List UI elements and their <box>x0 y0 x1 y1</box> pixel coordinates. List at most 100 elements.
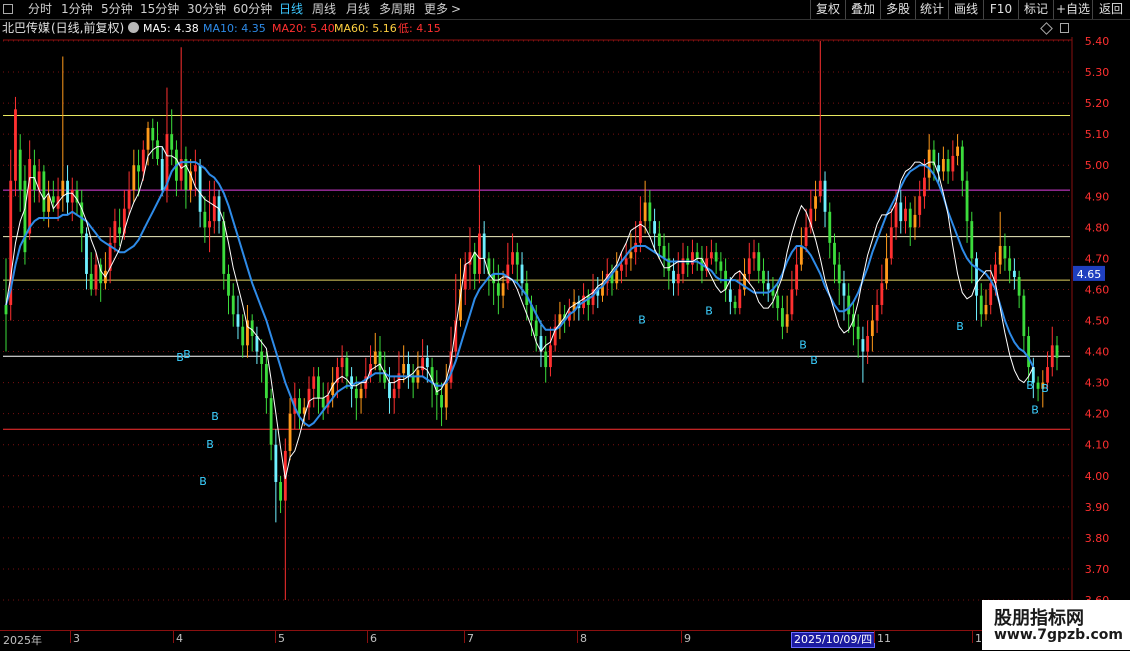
select-checkbox[interactable] <box>3 4 13 14</box>
fuquan-button[interactable]: 复权 <box>810 0 845 19</box>
tab-multi-period[interactable]: 多周期 <box>379 1 415 18</box>
candle-body <box>643 202 647 222</box>
y-tick-label: 5.30 <box>1085 66 1110 79</box>
candle-body <box>1036 382 1040 389</box>
x-label-mar: 3 <box>73 632 80 645</box>
draw-line-button[interactable]: 画线 <box>948 0 983 19</box>
buy-signal: B <box>638 314 646 327</box>
candle-body <box>406 363 410 377</box>
diamond-icon[interactable] <box>1040 22 1053 35</box>
candle-body <box>752 252 756 259</box>
x-label-dec: 1 <box>975 632 982 645</box>
candle-body <box>672 270 675 284</box>
candle-body <box>837 264 841 284</box>
indicator-bar: 北巴传媒 (日线,前复权) MA5: 4.38 MA10: 4.35 MA20:… <box>0 20 1130 37</box>
candle-body <box>894 202 898 228</box>
candle-body <box>823 180 827 212</box>
f10-button[interactable]: F10 <box>983 0 1018 19</box>
candle-body <box>842 283 846 296</box>
tab-60min[interactable]: 60分钟 <box>233 1 272 18</box>
candle-body <box>440 395 443 408</box>
x-separator <box>874 631 875 643</box>
y-tick-label: 4.00 <box>1085 470 1110 483</box>
candle-body <box>870 320 874 337</box>
overlay-button[interactable]: 叠加 <box>845 0 880 19</box>
multi-stock-button[interactable]: 多股 <box>880 0 915 19</box>
candle-body <box>1022 295 1026 337</box>
candle-body <box>274 444 278 482</box>
candle-body <box>212 196 216 222</box>
candle-body <box>814 196 817 209</box>
candle-body <box>506 264 510 284</box>
back-button[interactable]: 返回 <box>1092 0 1129 19</box>
candle-body <box>780 308 784 327</box>
x-separator <box>367 631 368 643</box>
candle-body <box>549 345 552 368</box>
candle-body <box>66 180 69 203</box>
candle-body <box>648 202 652 222</box>
candle-body <box>785 314 789 327</box>
tab-monthly[interactable]: 月线 <box>346 1 370 18</box>
gear-icon[interactable] <box>128 22 139 33</box>
tab-more[interactable]: 更多 <box>424 1 448 18</box>
candle-body <box>790 289 794 315</box>
candle-body <box>279 481 283 501</box>
candle-body <box>880 283 884 305</box>
buy-signal: B <box>956 320 964 333</box>
candle-body <box>89 273 93 290</box>
current-price-label: 4.65 <box>1077 268 1102 281</box>
x-separator <box>577 631 578 643</box>
y-tick-label: 4.70 <box>1085 252 1110 265</box>
x-separator <box>681 631 682 643</box>
candle-body <box>345 357 349 377</box>
tab-30min[interactable]: 30分钟 <box>187 1 226 18</box>
candle-body <box>118 227 122 234</box>
more-arrow-icon[interactable]: > <box>451 1 461 18</box>
candle-body <box>236 314 240 327</box>
mark-button[interactable]: 标记 <box>1018 0 1053 19</box>
candle-body <box>132 165 136 191</box>
buy-signal: B <box>810 354 818 367</box>
candle-body <box>866 336 870 352</box>
tab-1min[interactable]: 1分钟 <box>61 1 93 18</box>
candle-body <box>662 245 666 259</box>
y-tick-label: 4.80 <box>1085 221 1110 234</box>
candle-body <box>373 351 377 364</box>
y-tick-label: 3.80 <box>1085 532 1110 545</box>
candle-body <box>14 109 17 181</box>
candle-body <box>288 413 292 451</box>
x-separator <box>173 631 174 643</box>
candle-body <box>534 320 538 337</box>
buy-signal: B <box>206 438 214 451</box>
y-tick-label: 5.40 <box>1085 37 1110 48</box>
x-separator <box>464 631 465 643</box>
candle-body <box>321 398 325 408</box>
candle-body <box>908 208 912 228</box>
candle-body <box>657 233 661 246</box>
candle-body <box>913 214 917 228</box>
tab-5min[interactable]: 5分钟 <box>101 1 133 18</box>
candle-body <box>264 363 268 399</box>
buy-signal: B <box>211 410 219 423</box>
ma10-line <box>5 161 1035 428</box>
y-tick-label: 5.00 <box>1085 159 1110 172</box>
tab-weekly[interactable]: 周线 <box>312 1 336 18</box>
candle-body <box>544 351 548 368</box>
candle-body <box>728 289 732 302</box>
candle-body <box>1017 277 1021 296</box>
candle-body <box>113 221 117 243</box>
candle-body <box>927 149 931 178</box>
tab-daily[interactable]: 日线 <box>279 1 303 18</box>
y-tick-label: 5.10 <box>1085 128 1110 141</box>
candle-body <box>94 264 98 290</box>
candle-body <box>255 336 259 352</box>
tab-fenshi[interactable]: 分时 <box>28 1 52 18</box>
kline-chart[interactable]: 5.40 5.30 5.20 5.10 5.00 4.90 4.80 4.70 4.60 4.50… <box>0 37 1130 630</box>
tab-15min[interactable]: 15分钟 <box>140 1 179 18</box>
candle-body <box>198 165 202 212</box>
panel-toggle-icon[interactable] <box>1060 23 1069 33</box>
watermark: 股朋指标网 www.7gpzb.com <box>982 600 1130 650</box>
add-favorite-button[interactable]: +自选 <box>1053 0 1092 19</box>
stats-button[interactable]: 统计 <box>915 0 948 19</box>
candle-body <box>676 273 680 284</box>
